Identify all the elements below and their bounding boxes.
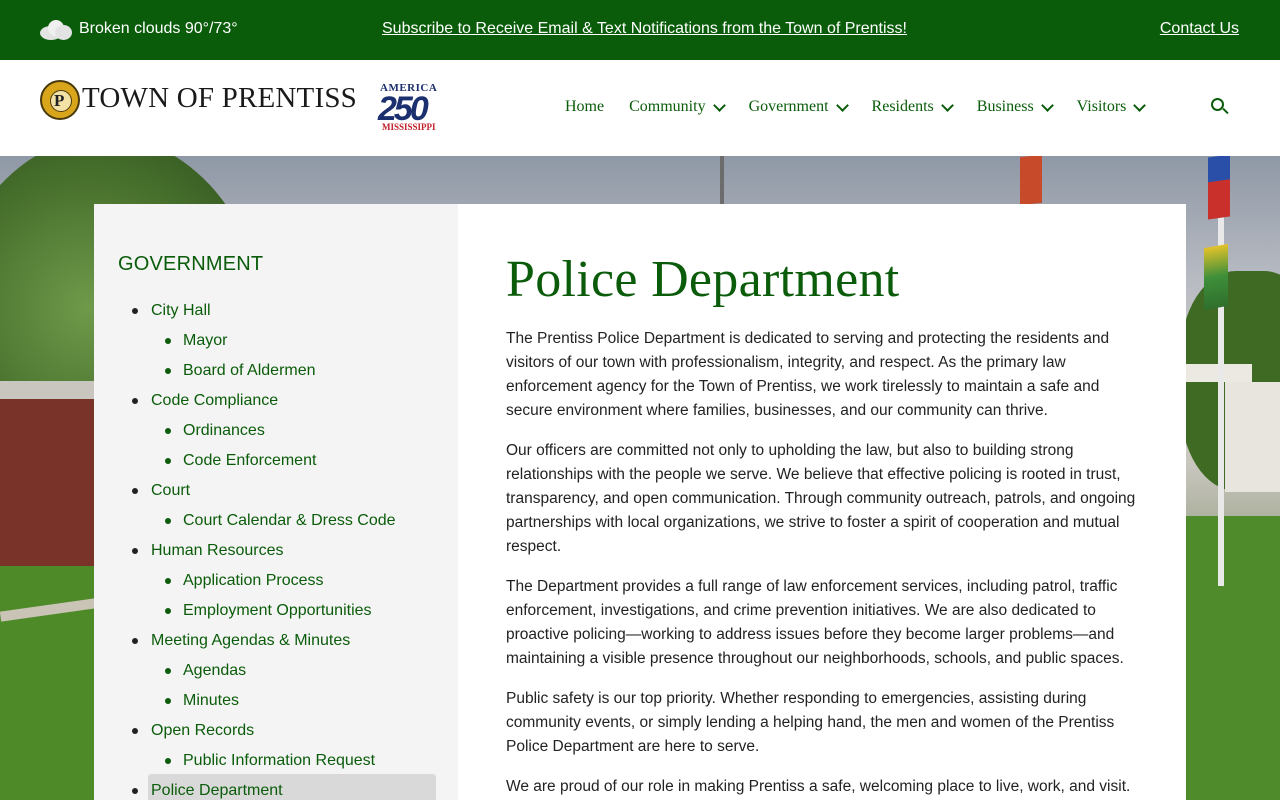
nav-visitors-label: Visitors	[1076, 98, 1127, 115]
sidebar-item-label: Code Compliance	[151, 392, 279, 409]
nav-community[interactable]: Community	[629, 98, 726, 116]
nav-community-label: Community	[629, 98, 706, 115]
sidebar-item-label: Court Calendar & Dress Code	[183, 512, 396, 529]
site-title[interactable]: TOWN OF PRENTISS	[82, 82, 357, 115]
sidebar-item-label: Agendas	[183, 662, 247, 679]
nav-residents[interactable]: Residents	[871, 98, 954, 116]
sidebar-item-label: Open Records	[151, 722, 255, 739]
nav-home-label: Home	[565, 98, 605, 115]
sidebar-item-employment-opportunities[interactable]: Employment Opportunities	[94, 598, 458, 628]
sidebar-item-label: Meeting Agendas & Minutes	[151, 632, 351, 649]
sidebar-item-label: City Hall	[151, 302, 211, 319]
nav-visitors[interactable]: Visitors	[1076, 98, 1147, 116]
america-250-badge-bottom: MISSISSIPPI	[382, 122, 436, 132]
sidebar-item-code-compliance[interactable]: Code Compliance	[94, 388, 458, 418]
sidebar-item-label: Police Department	[151, 782, 283, 799]
sidebar-item-code-enforcement[interactable]: Code Enforcement	[94, 448, 458, 478]
sidebar-nav-list: City Hall Mayor Board of Aldermen Code C…	[94, 298, 458, 800]
chevron-down-icon	[835, 98, 849, 112]
nav-home[interactable]: Home	[565, 98, 604, 116]
cloud-icon	[40, 18, 72, 40]
sidebar-item-label: Public Information Request	[183, 752, 376, 769]
town-seal-logo[interactable]: P	[40, 80, 80, 120]
sidebar-item-label: Ordinances	[183, 422, 265, 439]
sidebar-item-label: Application Process	[183, 572, 324, 589]
sidebar-item-label: Court	[151, 482, 191, 499]
chevron-down-icon	[1133, 98, 1147, 112]
nav-government-label: Government	[748, 98, 829, 115]
chevron-down-icon	[940, 98, 954, 112]
sidebar-item-court[interactable]: Court	[94, 478, 458, 508]
sidebar-item-label: Minutes	[183, 692, 240, 709]
page-title: Police Department	[506, 251, 900, 308]
sidebar-heading: GOVERNMENT	[118, 253, 264, 275]
sidebar-item-label: Human Resources	[151, 542, 284, 559]
weather-widget: Broken clouds 90°/73°	[40, 18, 238, 40]
subscribe-link[interactable]: Subscribe to Receive Email & Text Notifi…	[382, 20, 907, 38]
sidebar-item-mayor[interactable]: Mayor	[94, 328, 458, 358]
main-content: Police Department The Prentiss Police De…	[458, 204, 1186, 800]
nav-residents-label: Residents	[871, 98, 934, 115]
sidebar-item-label: Code Enforcement	[183, 452, 317, 469]
sidebar-item-label: Mayor	[183, 332, 228, 349]
site-header: P TOWN OF PRENTISS AMERICA 250 MISSISSIP…	[0, 60, 1280, 156]
chevron-down-icon	[712, 98, 726, 112]
main-nav: Home Community Government Residents Busi…	[565, 98, 1169, 116]
section-sidebar: GOVERNMENT City Hall Mayor Board of Alde…	[94, 204, 458, 800]
sidebar-item-label: Employment Opportunities	[183, 602, 372, 619]
sidebar-item-court-calendar[interactable]: Court Calendar & Dress Code	[94, 508, 458, 538]
paragraph: Public safety is our top priority. Wheth…	[506, 690, 1115, 755]
sidebar-item-board-of-aldermen[interactable]: Board of Aldermen	[94, 358, 458, 388]
article-body: The Prentiss Police Department is dedica…	[506, 327, 1146, 800]
sidebar-item-agendas[interactable]: Agendas	[94, 658, 458, 688]
america-250-logo: AMERICA 250 MISSISSIPPI	[378, 82, 442, 138]
sidebar-item-open-records[interactable]: Open Records	[94, 718, 458, 748]
contact-us-link[interactable]: Contact Us	[1160, 20, 1239, 38]
weather-text: Broken clouds 90°/73°	[79, 20, 238, 37]
top-bar: Broken clouds 90°/73° Subscribe to Recei…	[0, 0, 1280, 60]
nav-business[interactable]: Business	[976, 98, 1054, 116]
sidebar-item-minutes[interactable]: Minutes	[94, 688, 458, 718]
sidebar-item-label: Board of Aldermen	[183, 362, 316, 379]
search-icon[interactable]	[1211, 98, 1229, 116]
sidebar-item-ordinances[interactable]: Ordinances	[94, 418, 458, 448]
sidebar-item-meeting-agendas-minutes[interactable]: Meeting Agendas & Minutes	[94, 628, 458, 658]
chevron-down-icon	[1040, 98, 1054, 112]
paragraph: The Department provides a full range of …	[506, 578, 1124, 667]
paragraph: Our officers are committed not only to u…	[506, 442, 1136, 555]
paragraph: We are proud of our role in making Prent…	[506, 778, 1131, 795]
nav-business-label: Business	[976, 98, 1034, 115]
sidebar-item-police-department[interactable]: Police Department	[94, 774, 458, 800]
nav-government[interactable]: Government	[748, 98, 849, 116]
paragraph: The Prentiss Police Department is dedica…	[506, 330, 1110, 419]
sidebar-item-city-hall[interactable]: City Hall	[94, 298, 458, 328]
sidebar-item-application-process[interactable]: Application Process	[94, 568, 458, 598]
sidebar-item-human-resources[interactable]: Human Resources	[94, 538, 458, 568]
